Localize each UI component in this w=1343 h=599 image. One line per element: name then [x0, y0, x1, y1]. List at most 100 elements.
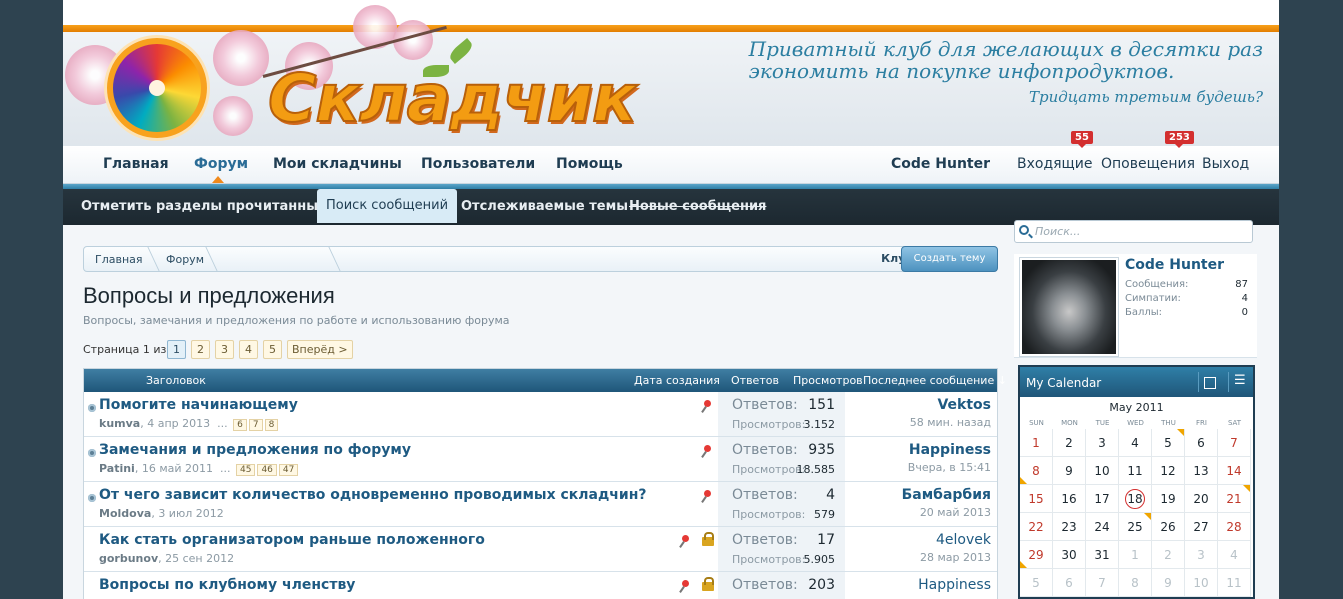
col-last-message[interactable]: Последнее сообщение ↓: [863, 374, 1007, 387]
event-list-icon[interactable]: [1228, 372, 1248, 392]
last-post-user[interactable]: Vektos: [910, 397, 991, 413]
calendar-day[interactable]: 20: [1185, 485, 1218, 513]
breadcrumb-club[interactable]: Клуб "Складчик": [228, 252, 991, 265]
calendar-day[interactable]: 26: [1152, 513, 1185, 541]
calendar-day[interactable]: 2: [1152, 541, 1185, 569]
last-post-time[interactable]: 20 май 2013: [902, 506, 991, 519]
calendar-day[interactable]: 3: [1086, 429, 1119, 457]
new-messages[interactable]: Новые сообщения: [629, 199, 766, 214]
calendar-day[interactable]: 3: [1185, 541, 1218, 569]
calendar-day[interactable]: 9: [1152, 569, 1185, 597]
last-post-time[interactable]: 28 мар 2013: [920, 551, 991, 564]
calendar-day[interactable]: 4: [1218, 541, 1251, 569]
calendar-day[interactable]: 17: [1086, 485, 1119, 513]
page-5-button[interactable]: 5: [263, 340, 282, 359]
thread-title[interactable]: Помогите начинающему: [99, 397, 298, 413]
last-post-user[interactable]: Happiness: [918, 577, 991, 593]
logo-text[interactable]: Складчик: [267, 59, 638, 138]
thread-page-link[interactable]: 8: [264, 419, 279, 431]
page-4-button[interactable]: 4: [239, 340, 258, 359]
calendar-day[interactable]: 23: [1053, 513, 1086, 541]
calendar-day[interactable]: 28: [1218, 513, 1251, 541]
thread-title[interactable]: Как стать организатором раньше положенно…: [99, 532, 485, 548]
page-2-button[interactable]: 2: [191, 340, 210, 359]
table-row[interactable]: Помогите начинающему kumva, 4 апр 2013 ..…: [84, 392, 997, 437]
table-row[interactable]: Вопросы по клубному членству Ответов: 203 H…: [84, 572, 997, 599]
calendar-day[interactable]: 18: [1119, 485, 1152, 513]
thread-page-link[interactable]: 47: [278, 464, 299, 476]
watched-threads[interactable]: Отслеживаемые темы: [461, 199, 628, 214]
thread-page-link[interactable]: 7: [248, 419, 263, 431]
breadcrumb-home[interactable]: Главная: [95, 253, 143, 266]
nav-username[interactable]: Code Hunter: [891, 156, 990, 172]
calendar-day[interactable]: 7: [1218, 429, 1251, 457]
calendar-day[interactable]: 15: [1020, 485, 1053, 513]
table-row[interactable]: От чего зависит количество одновременно …: [84, 482, 997, 527]
calendar-day[interactable]: 5: [1152, 429, 1185, 457]
calendar-day[interactable]: 10: [1086, 457, 1119, 485]
last-post-user[interactable]: 4elovek: [920, 532, 991, 548]
logo-orange-icon[interactable]: [107, 38, 207, 138]
calendar-day[interactable]: 8: [1020, 457, 1053, 485]
nav-home[interactable]: Главная: [103, 156, 169, 172]
col-created[interactable]: Дата создания: [634, 374, 720, 387]
calendar-day[interactable]: 21: [1218, 485, 1251, 513]
calendar-day[interactable]: 1: [1119, 541, 1152, 569]
thread-title[interactable]: Замечания и предложения по форуму: [99, 442, 411, 458]
nav-logout[interactable]: Выход: [1202, 156, 1249, 172]
nav-inbox[interactable]: Входящие 55: [1017, 131, 1093, 172]
thread-author[interactable]: kumva: [99, 417, 140, 430]
calendar-day[interactable]: 1: [1020, 429, 1053, 457]
mark-forums-read[interactable]: Отметить разделы прочитанными: [81, 199, 338, 214]
thread-page-link[interactable]: 46: [257, 464, 277, 476]
calendar-day[interactable]: 10: [1185, 569, 1218, 597]
table-row[interactable]: Как стать организатором раньше положенно…: [84, 527, 997, 572]
calendar-day[interactable]: 27: [1185, 513, 1218, 541]
calendar-day[interactable]: 31: [1086, 541, 1119, 569]
page-1-button[interactable]: 1: [167, 340, 186, 359]
calendar-day[interactable]: 4: [1119, 429, 1152, 457]
calendar-day[interactable]: 11: [1119, 457, 1152, 485]
nav-members[interactable]: Пользователи: [421, 156, 535, 172]
calendar-day[interactable]: 24: [1086, 513, 1119, 541]
calendar-day[interactable]: 5: [1020, 569, 1053, 597]
col-views[interactable]: Просмотров: [793, 374, 863, 387]
calendar-day[interactable]: 29: [1020, 541, 1053, 569]
thread-author[interactable]: Patini: [99, 462, 135, 475]
calendar-day[interactable]: 22: [1020, 513, 1053, 541]
thread-title[interactable]: От чего зависит количество одновременно …: [99, 487, 647, 503]
search-input[interactable]: Поиск...: [1014, 220, 1253, 243]
col-replies[interactable]: Ответов: [731, 374, 779, 387]
calendar-day[interactable]: 13: [1185, 457, 1218, 485]
thread-page-link[interactable]: 6: [233, 419, 247, 431]
calendar-day[interactable]: 25: [1119, 513, 1152, 541]
calendar-day[interactable]: 12: [1152, 457, 1185, 485]
last-post-user[interactable]: Happiness: [908, 442, 991, 458]
last-post-time[interactable]: Вчера, в 15:41: [908, 461, 991, 474]
col-title[interactable]: Заголовок: [146, 374, 206, 387]
calendar-day[interactable]: 6: [1053, 569, 1086, 597]
nav-forum[interactable]: Форум: [194, 156, 248, 172]
profile-username[interactable]: Code Hunter: [1125, 257, 1224, 273]
thread-title[interactable]: Вопросы по клубному членству: [99, 577, 355, 593]
last-post-user[interactable]: Бамбарбия: [902, 487, 991, 503]
thread-page-link[interactable]: 45: [236, 464, 256, 476]
calendar-day[interactable]: 30: [1053, 541, 1086, 569]
calendar-day[interactable]: 14: [1218, 457, 1251, 485]
last-post-time[interactable]: 58 мин. назад: [910, 416, 991, 429]
next-page-button[interactable]: Вперёд >: [287, 340, 353, 359]
calendar-day[interactable]: 7: [1086, 569, 1119, 597]
nav-my-groupbuys[interactable]: Мои складчины: [273, 156, 402, 172]
thread-author[interactable]: gorbunov: [99, 552, 158, 565]
calendar-day[interactable]: 9: [1053, 457, 1086, 485]
table-row[interactable]: Замечания и предложения по форуму Patini,…: [84, 437, 997, 482]
calendar-day[interactable]: 16: [1053, 485, 1086, 513]
calendar-day[interactable]: 19: [1152, 485, 1185, 513]
create-thread-button[interactable]: Создать тему: [901, 246, 998, 272]
search-messages-tab[interactable]: Поиск сообщений: [317, 189, 458, 223]
calendar-day[interactable]: 11: [1218, 569, 1251, 597]
nav-help[interactable]: Помощь: [556, 156, 623, 172]
nav-alerts[interactable]: Оповещения 253: [1101, 131, 1195, 172]
calendar-day[interactable]: 8: [1119, 569, 1152, 597]
avatar[interactable]: [1019, 257, 1119, 357]
